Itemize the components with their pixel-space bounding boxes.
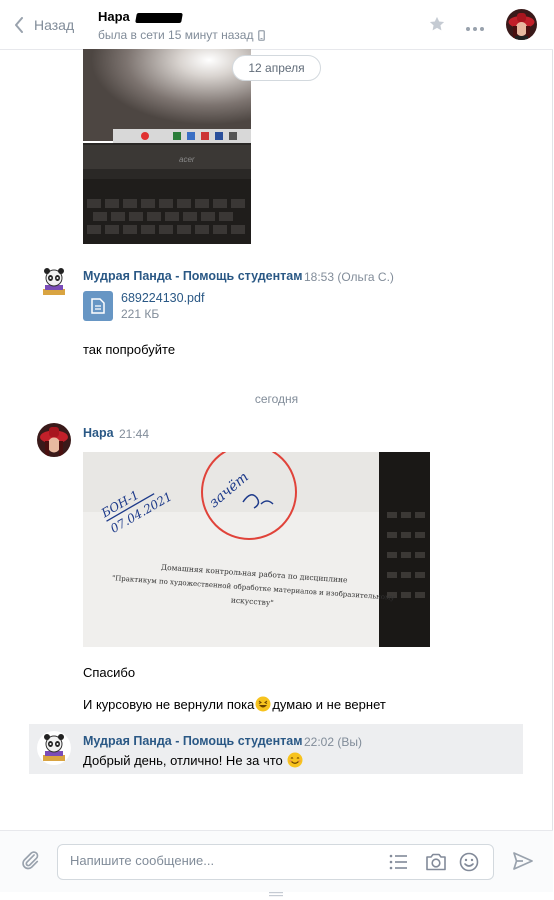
nara-sender-name[interactable]: Нара [83, 426, 114, 440]
phone-icon [258, 29, 266, 41]
message-input[interactable] [70, 853, 370, 868]
peer-name-text: Нара [98, 9, 130, 24]
message-time: 18:53 (Ольга С.) [304, 270, 394, 284]
camera-button[interactable] [425, 853, 447, 874]
message-text-part: думаю и не вернет [272, 696, 386, 712]
panda-avatar-image [37, 265, 71, 299]
send-button[interactable] [513, 852, 533, 873]
attach-icon [22, 851, 39, 870]
composer-bar [0, 830, 553, 897]
message-time: 21:44 [119, 427, 150, 441]
message-text-part: И курсовую не вернули пока [83, 696, 255, 712]
message-text: Спасибо [83, 665, 136, 680]
photo-attachment-document[interactable]: БОН-1 07.04.2021 зачёт Домашняя контроль… [83, 452, 430, 647]
peer-status: была в сети 15 минут назад [98, 28, 266, 42]
photo-attachment-laptop[interactable]: acer [83, 49, 251, 244]
attach-button[interactable] [19, 849, 41, 874]
document-name-link[interactable]: 689224130.pdf [121, 291, 204, 305]
panda-avatar[interactable] [37, 265, 71, 299]
message-text-part: Добрый день, отлично! Не за что [83, 752, 283, 768]
svg-text:acer: acer [179, 155, 195, 164]
document-size: 221 КБ [121, 307, 160, 321]
avatar-image [506, 9, 537, 40]
panda-avatar-image [37, 731, 71, 765]
message-time: 22:02 (Вы) [304, 735, 362, 749]
document-photo: БОН-1 07.04.2021 зачёт Домашняя контроль… [83, 452, 430, 647]
document-button[interactable] [83, 291, 113, 321]
list-icon [389, 854, 407, 870]
resize-icon [269, 892, 283, 897]
camera-icon [426, 853, 446, 871]
chat-header: Назад Нара была в сети 15 минут назад [0, 0, 553, 50]
chat-window: Назад Нара была в сети 15 минут назад ac… [0, 0, 553, 897]
more-button[interactable] [465, 20, 485, 35]
message-input-box[interactable] [57, 844, 494, 880]
more-icon [466, 27, 484, 31]
document-icon [91, 298, 105, 314]
peer-avatar[interactable] [506, 9, 537, 40]
template-list-button[interactable] [389, 854, 407, 873]
peer-name[interactable]: Нара [98, 9, 183, 24]
nara-avatar-image [37, 423, 71, 457]
back-button[interactable]: Назад [14, 15, 74, 35]
message-text-with-emoji: Добрый день, отлично! Не за что [83, 752, 303, 768]
peer-status-text: была в сети 15 минут назад [98, 28, 254, 42]
emoji-smile-icon [287, 752, 303, 768]
panda-sender-name[interactable]: Мудрая Панда - Помощь студентам [83, 734, 302, 748]
nara-avatar[interactable] [37, 423, 71, 457]
emoji-laugh-icon [255, 696, 271, 712]
panda-sender-name[interactable]: Мудрая Панда - Помощь студентам [83, 269, 302, 283]
chevron-left-icon [15, 17, 23, 33]
laptop-photo: acer [83, 49, 251, 244]
smile-icon [459, 852, 479, 872]
redaction-mark [134, 12, 183, 23]
back-label: Назад [34, 17, 75, 33]
resize-handle[interactable] [269, 885, 283, 900]
favorite-star-button[interactable] [428, 15, 446, 36]
send-icon [513, 852, 533, 870]
message-text-with-emoji: И курсовую не вернули пока думаю и не ве… [83, 696, 386, 712]
panda-avatar[interactable] [37, 731, 71, 765]
star-icon [429, 16, 445, 31]
emoji-button[interactable] [459, 852, 479, 875]
day-separator: сегодня [254, 392, 299, 406]
date-label: 12 апреля [232, 55, 321, 81]
message-text: так попробуйте [83, 342, 176, 357]
